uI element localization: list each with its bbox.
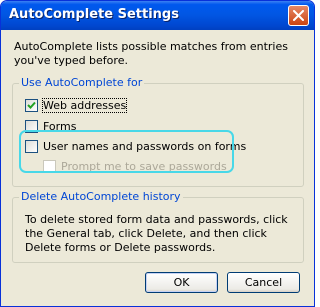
delete-history-group: Delete AutoComplete history To delete st…: [12, 190, 304, 263]
web-addresses-label: Web addresses: [41, 97, 128, 113]
checkmark-icon: [27, 101, 36, 109]
dialog-body: AutoComplete lists possible matches from…: [4, 30, 311, 303]
ok-button[interactable]: OK: [145, 272, 218, 293]
use-autocomplete-legend: Use AutoComplete for: [19, 76, 145, 89]
delete-history-legend: Delete AutoComplete history: [19, 190, 183, 203]
intro-text: AutoComplete lists possible matches from…: [14, 40, 288, 67]
window-title: AutoComplete Settings: [9, 7, 179, 22]
close-icon: [293, 10, 304, 21]
title-bar[interactable]: AutoComplete Settings: [1, 1, 314, 30]
delete-history-text: To delete stored form data and passwords…: [25, 213, 288, 254]
web-addresses-option[interactable]: Web addresses: [25, 97, 128, 113]
cancel-button[interactable]: Cancel: [227, 272, 300, 293]
close-button[interactable]: [288, 5, 309, 26]
dialog-window: AutoComplete Settings AutoComplete lists…: [0, 0, 315, 307]
highlight-annotation: [19, 130, 234, 173]
web-addresses-checkbox[interactable]: [25, 98, 38, 112]
